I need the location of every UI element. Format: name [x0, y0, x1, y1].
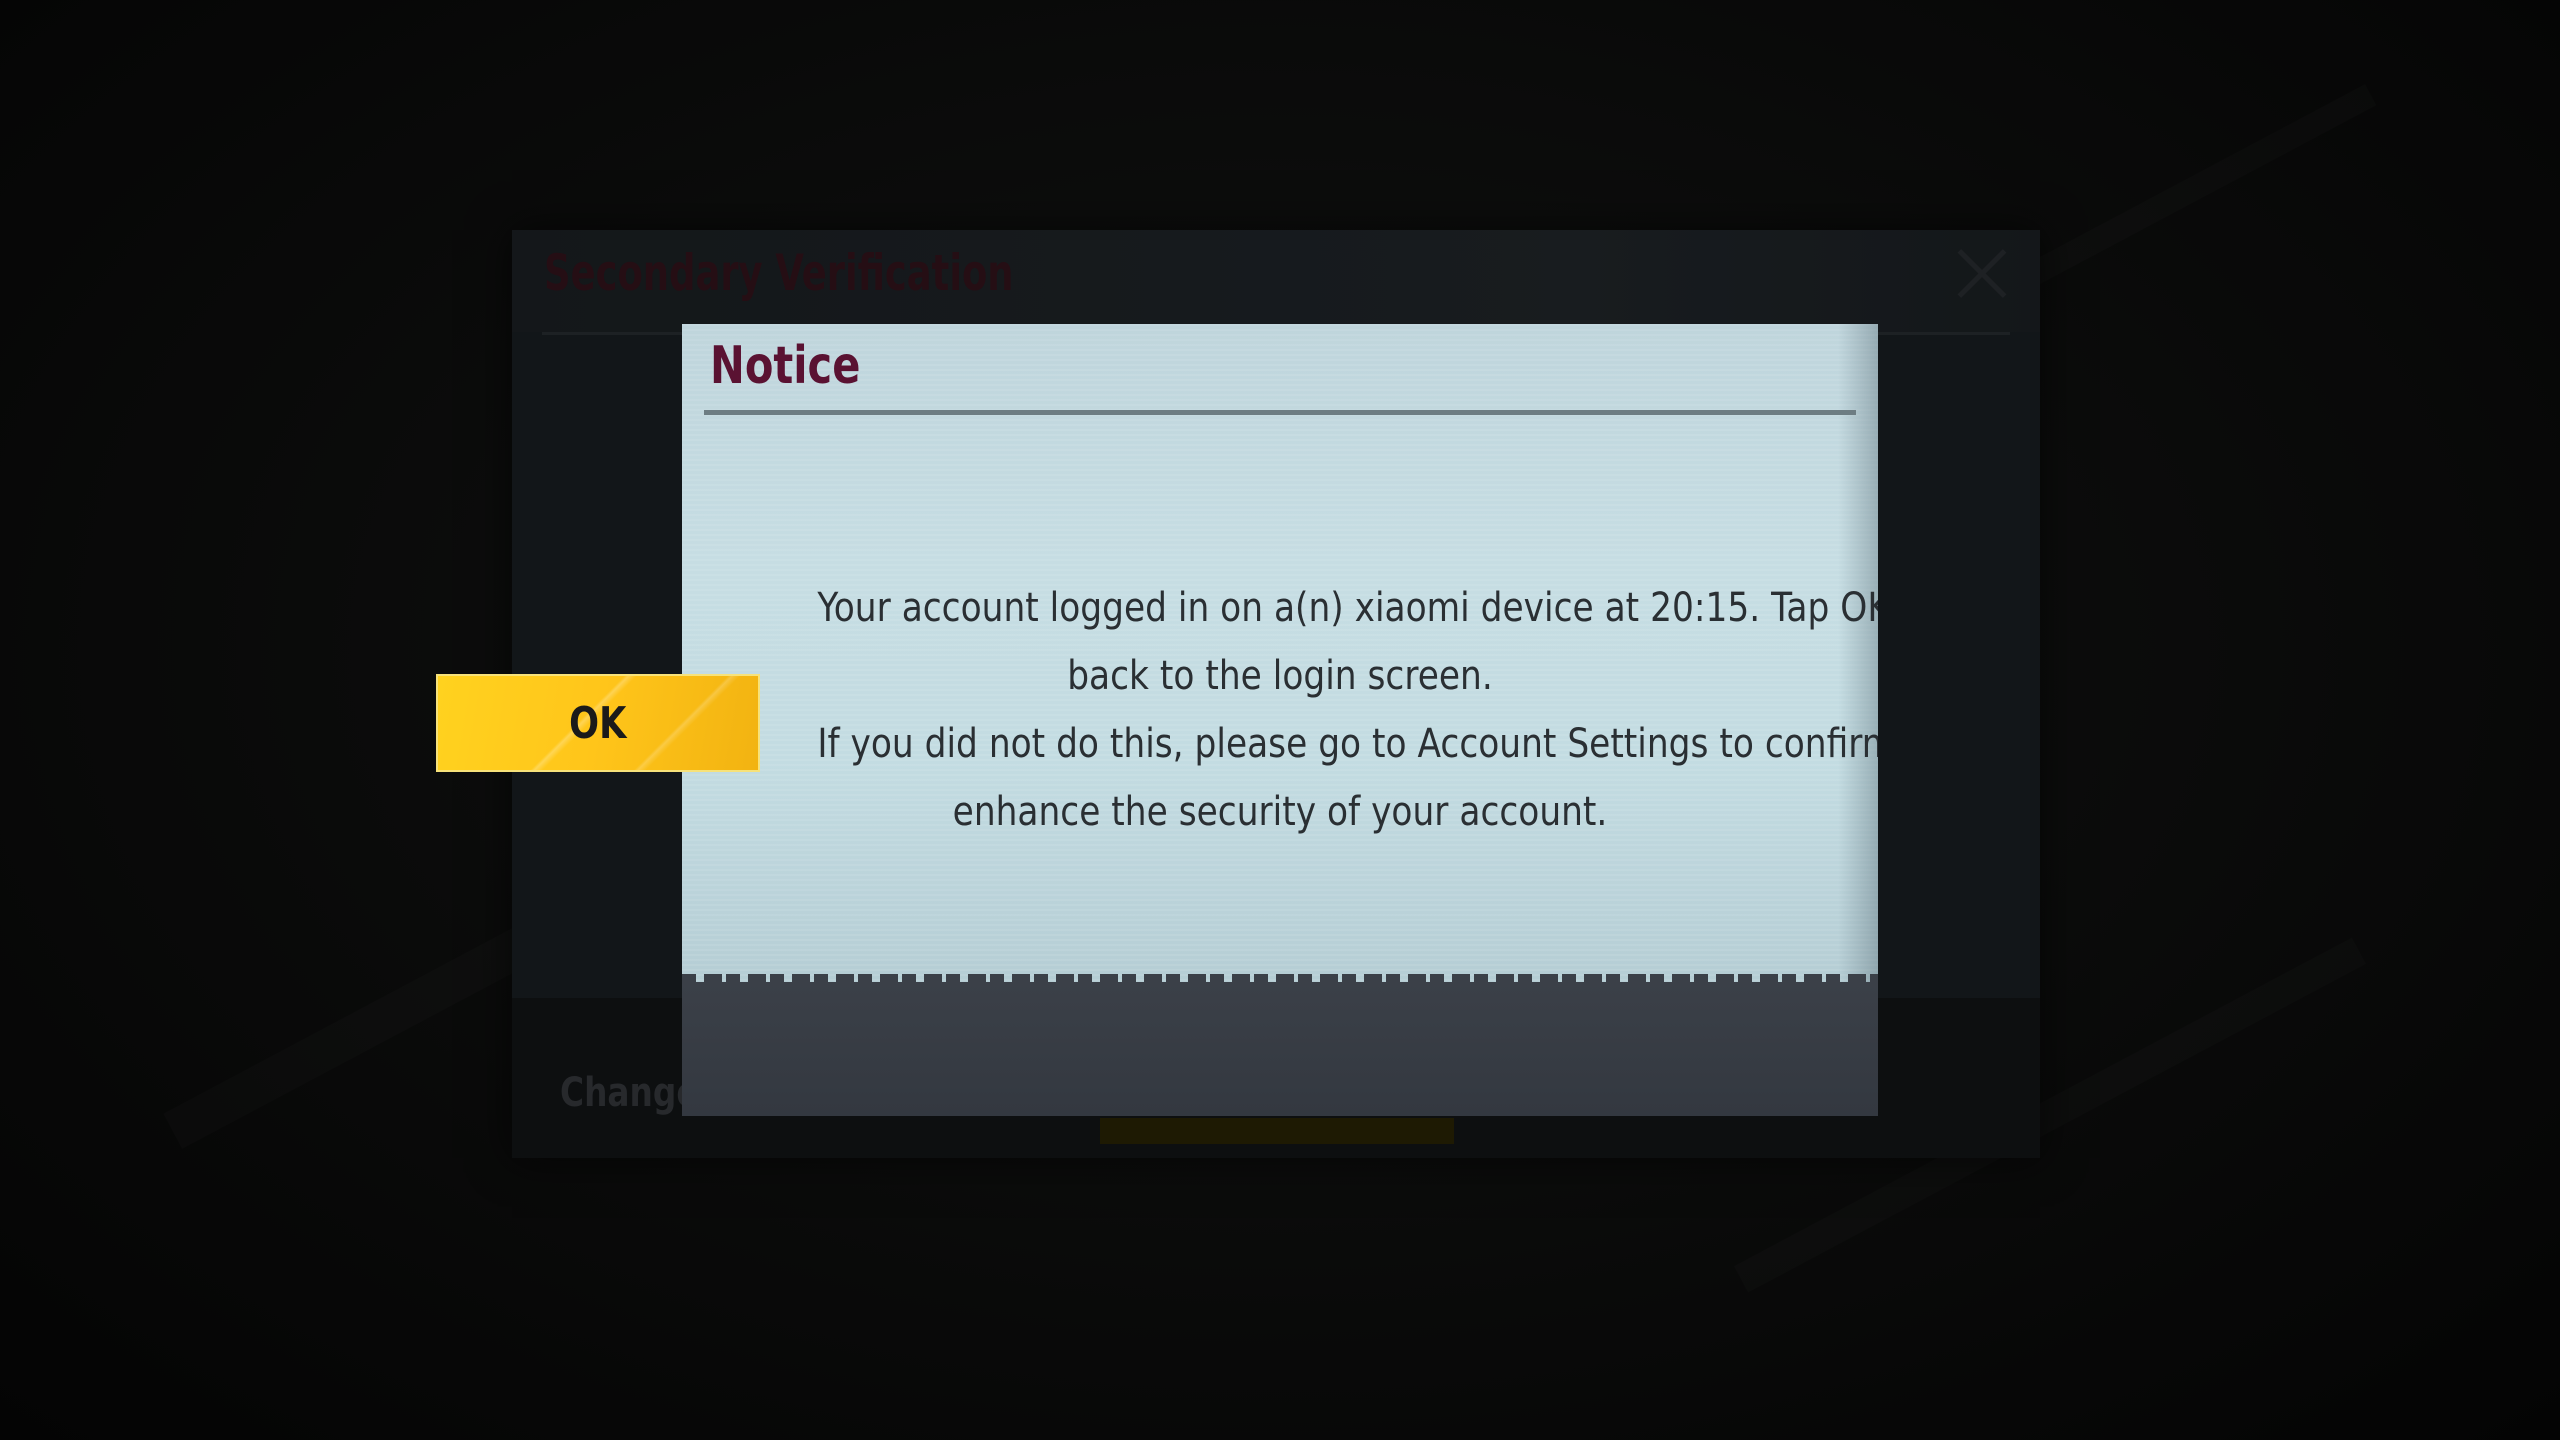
notice-message: Your account logged in on a(n) xiaomi de…	[742, 574, 1878, 846]
message-line: enhance the security of your account.	[952, 789, 1608, 835]
notice-divider	[704, 410, 1856, 415]
notice-dialog: Notice Your account logged in on a(n) xi…	[682, 324, 1878, 1116]
message-line: back to the login screen.	[1067, 653, 1493, 699]
message-line: Your account logged in on a(n) xiaomi de…	[817, 585, 1878, 631]
game-screen: Secondary Verification Change Notice You…	[0, 0, 2560, 1440]
message-line: If you did not do this, please go to Acc…	[817, 721, 1878, 767]
notice-title: Notice	[710, 336, 861, 396]
ok-button[interactable]: OK	[436, 674, 760, 772]
notice-footer	[682, 974, 1878, 1116]
ok-button-label: OK	[569, 697, 627, 749]
